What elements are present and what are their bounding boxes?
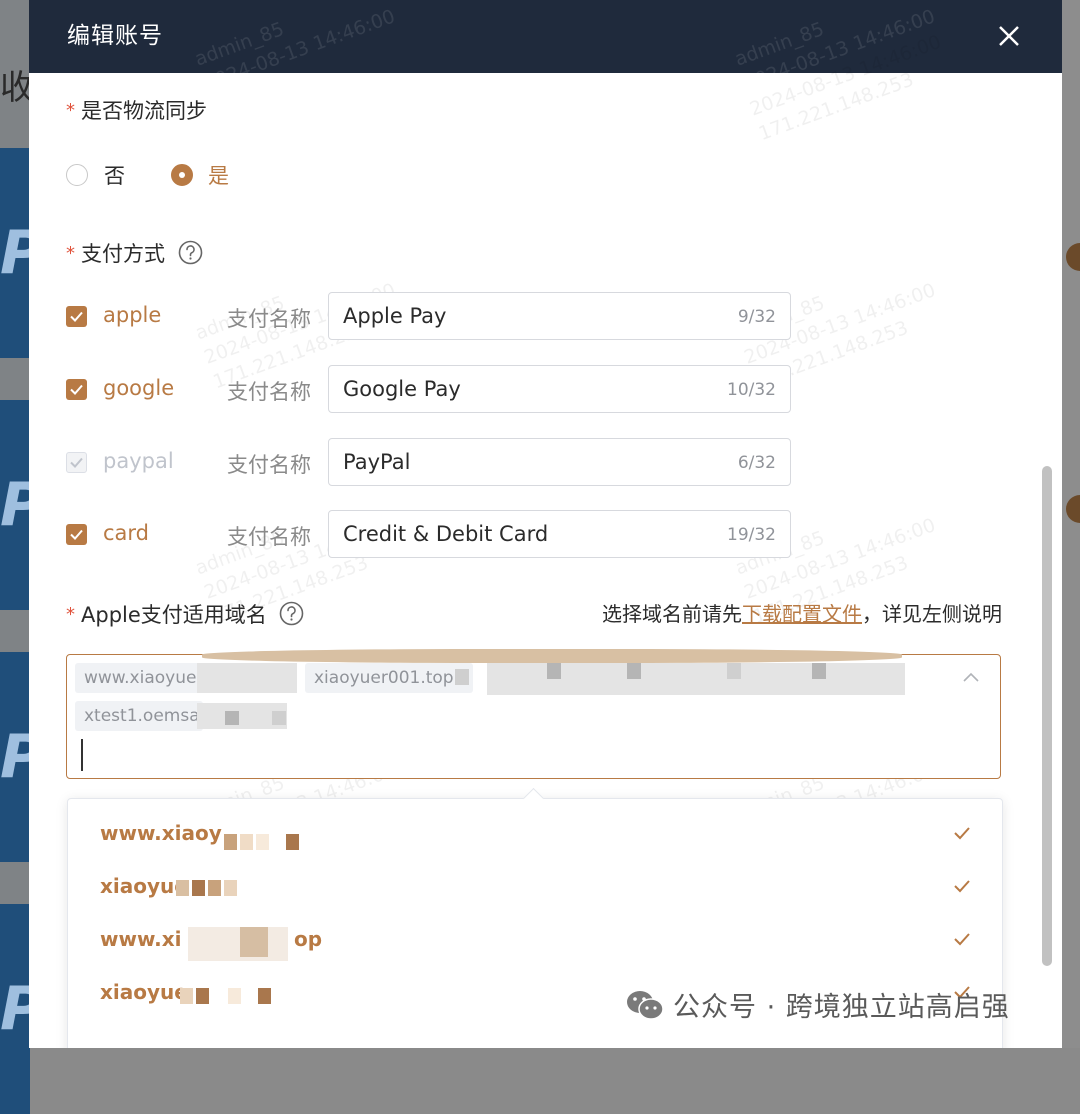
checkbox-apple[interactable] [66, 306, 87, 327]
question-icon[interactable] [279, 601, 304, 626]
check-icon [954, 880, 970, 893]
redaction-brush [202, 649, 902, 663]
radio-no-label[interactable]: 否 [104, 160, 125, 190]
text-caret [81, 739, 83, 771]
edit-account-dialog: 编辑账号 admin_85 2024-08-13 14:46:00 admin_… [29, 0, 1062, 1048]
dropdown-option[interactable]: xiaoyue [68, 862, 1002, 915]
dropdown-option[interactable]: www.xi op [68, 915, 1002, 968]
redaction-mosaic [812, 663, 826, 679]
char-count: 9/32 [737, 307, 776, 327]
required-mark: * [66, 243, 75, 264]
redaction-mosaic [196, 988, 209, 1004]
redaction-mosaic [224, 880, 237, 896]
redaction-mosaic [727, 663, 741, 679]
apple-domain-label: * Apple支付适用域名 [66, 599, 304, 629]
redaction-mosaic [455, 669, 469, 685]
pay-name-label: 支付名称 [227, 453, 311, 477]
redaction-mosaic [197, 663, 297, 693]
checkbox-paypal-label: paypal [103, 449, 174, 473]
watermark: admin_85 2024-08-13 14:46:00 [191, 5, 398, 96]
background-card: P [0, 904, 30, 1114]
logistics-sync-label: * 是否物流同步 [66, 99, 207, 123]
close-icon[interactable] [992, 19, 1026, 53]
background-right-strip [1060, 0, 1080, 1048]
pay-name-label: 支付名称 [227, 307, 311, 331]
question-icon[interactable] [178, 240, 203, 265]
pay-name-label: 支付名称 [227, 525, 311, 549]
google-pay-name-input[interactable]: Google Pay 10/32 [328, 365, 791, 413]
redaction-mosaic [224, 834, 237, 850]
redaction-mosaic [272, 711, 286, 725]
redaction-mosaic [627, 663, 641, 679]
apple-domain-select[interactable]: www.xiaoyuei xiaoyuer001.top xtest1.oems… [66, 649, 1001, 779]
background-card: P [0, 400, 30, 610]
check-icon [954, 827, 970, 840]
chevron-up-icon[interactable] [962, 671, 980, 683]
char-count: 10/32 [727, 380, 776, 400]
pay-name-label: 支付名称 [227, 380, 311, 404]
wechat-watermark: 公众号 · 跨境独立站高启强 [625, 985, 1010, 1024]
checkbox-apple-label[interactable]: apple [103, 303, 161, 327]
redaction-mosaic [180, 988, 193, 1004]
char-count: 6/32 [737, 453, 776, 473]
checkbox-card-label[interactable]: card [103, 521, 149, 545]
checkbox-card[interactable] [66, 524, 87, 545]
paypal-name-input[interactable]: PayPal 6/32 [328, 438, 791, 486]
redaction-mosaic [256, 834, 269, 850]
dialog-header: 编辑账号 admin_85 2024-08-13 14:46:00 admin_… [29, 0, 1062, 95]
obscured-help-text [67, 1018, 667, 1048]
checkbox-google[interactable] [66, 379, 87, 400]
redaction-mosaic [188, 927, 288, 961]
required-mark: * [66, 604, 75, 625]
domain-tag[interactable]: xtest1.oemsaas [75, 701, 203, 731]
dialog-title: 编辑账号 [67, 23, 163, 49]
payment-method-label: * 支付方式 [66, 238, 203, 268]
redaction-mosaic [258, 988, 271, 1004]
redaction-mosaic [240, 927, 268, 957]
apple-pay-name-input[interactable]: Apple Pay 9/32 [328, 292, 791, 340]
card-name-input[interactable]: Credit & Debit Card 19/32 [328, 510, 791, 558]
domain-hint: 选择域名前请先下载配置文件，详见左侧说明 [602, 602, 1002, 626]
radio-yes-label[interactable]: 是 [208, 160, 229, 190]
background-card: P [0, 652, 30, 862]
required-mark: * [66, 100, 75, 121]
radio-no[interactable] [66, 164, 88, 186]
redaction-mosaic [192, 880, 205, 896]
checkbox-paypal [66, 452, 87, 473]
redaction-mosaic [240, 834, 253, 850]
redaction-mosaic [228, 988, 241, 1004]
redaction-mosaic [286, 834, 299, 850]
redaction-mosaic [208, 880, 221, 896]
dropdown-arrow [522, 787, 545, 810]
scrollbar[interactable] [1042, 466, 1052, 966]
radio-yes[interactable] [171, 164, 193, 186]
watermark: admin_85 2024-08-13 14:46:00 [731, 5, 938, 96]
char-count: 19/32 [727, 525, 776, 545]
check-icon [954, 933, 970, 946]
checkbox-google-label[interactable]: google [103, 376, 174, 400]
wechat-icon [627, 990, 664, 1020]
domain-tag[interactable]: xiaoyuer001.top [305, 663, 473, 693]
redaction-mosaic [547, 663, 561, 679]
domain-tag[interactable]: www.xiaoyuei [75, 663, 208, 693]
background-card: P [0, 148, 30, 358]
redaction-mosaic [225, 711, 239, 725]
redaction-mosaic [176, 880, 189, 896]
download-config-link[interactable]: 下载配置文件 [742, 602, 862, 626]
dropdown-option[interactable]: www.xiaoy [68, 809, 1002, 862]
